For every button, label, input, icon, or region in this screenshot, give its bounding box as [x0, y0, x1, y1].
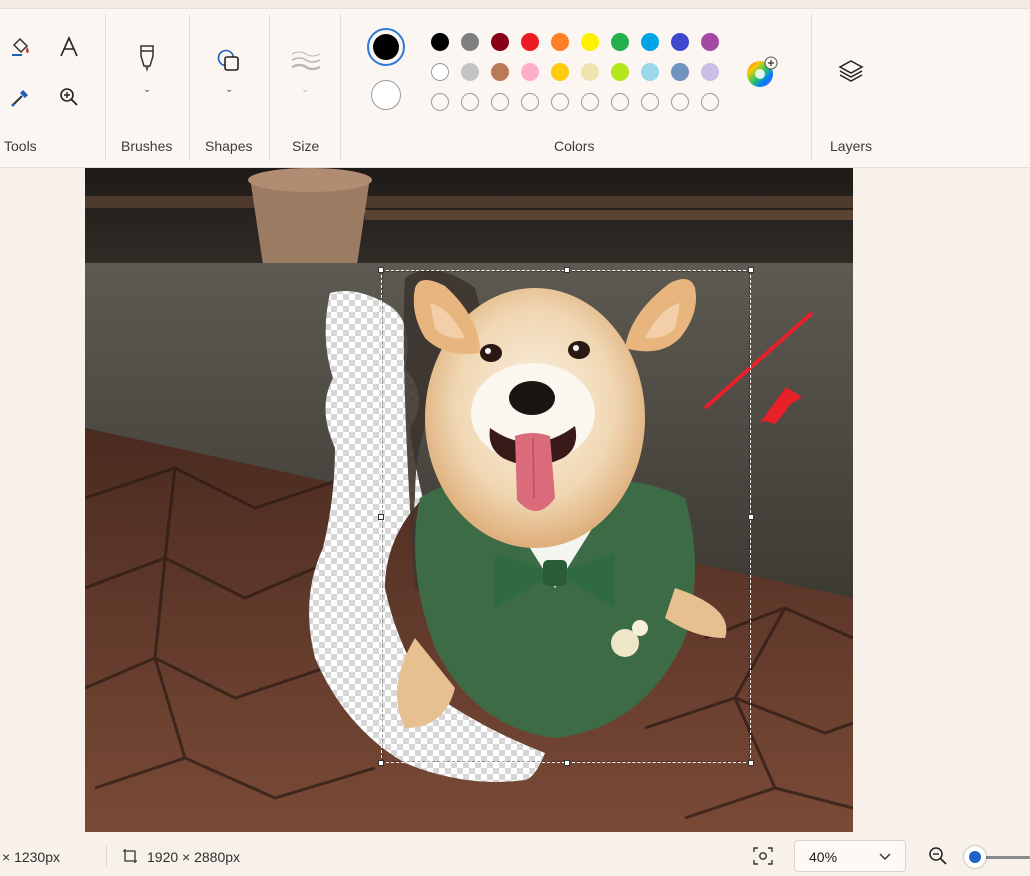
colors-group: Colors — [341, 10, 810, 160]
custom-color-slot[interactable] — [701, 93, 719, 111]
shapes-label: Shapes — [205, 138, 253, 154]
fill-bucket-icon — [12, 37, 29, 56]
color-swatch[interactable] — [671, 33, 689, 51]
zoom-slider-thumb-dot — [969, 851, 982, 863]
color-swatch[interactable] — [701, 33, 719, 51]
color-swatch[interactable] — [431, 63, 449, 81]
brushes-label: Brushes — [121, 138, 173, 154]
custom-color-slot[interactable] — [581, 93, 599, 111]
chevron-down-icon — [879, 853, 891, 860]
zoom-slider[interactable] — [962, 846, 1030, 868]
shapes-button[interactable] — [212, 44, 246, 78]
shapes-icon — [217, 49, 239, 71]
ribbon-toolbar: Tools ⌄ Brushes ⌄ Shapes ⌄ Size Colors L… — [0, 0, 1030, 168]
chevron-down-icon[interactable]: ⌄ — [143, 84, 151, 95]
custom-color-slot[interactable] — [551, 93, 569, 111]
color-swatch[interactable] — [521, 63, 539, 81]
resize-handle-top[interactable] — [564, 267, 570, 273]
separator — [106, 846, 107, 866]
selection-size-text: × 1230px — [2, 849, 60, 865]
brush-button[interactable] — [130, 42, 164, 76]
size-button[interactable] — [288, 44, 324, 78]
custom-color-slot[interactable] — [611, 93, 629, 111]
color-picker-tool[interactable] — [4, 80, 38, 114]
resize-handle-top-right[interactable] — [748, 267, 754, 273]
brush-icon — [140, 45, 154, 72]
wooden-rail — [365, 210, 853, 220]
wooden-rail — [85, 196, 853, 208]
color-swatch[interactable] — [551, 33, 569, 51]
image-size-text: 1920 × 2880px — [147, 849, 241, 865]
resize-handle-right[interactable] — [748, 514, 754, 520]
zoom-in-icon — [60, 88, 78, 106]
zoom-select[interactable]: 40% — [794, 840, 906, 872]
color-swatch[interactable] — [701, 63, 719, 81]
eyedropper-icon — [11, 90, 28, 107]
custom-color-slot[interactable] — [491, 93, 509, 111]
color-swatch[interactable] — [491, 63, 509, 81]
custom-color-slot[interactable] — [431, 93, 449, 111]
text-tool[interactable] — [52, 30, 86, 64]
color-swatch[interactable] — [551, 63, 569, 81]
color-swatch[interactable] — [671, 63, 689, 81]
size-group[interactable]: ⌄ Size — [270, 10, 340, 160]
canvas[interactable] — [85, 168, 853, 832]
layers-group[interactable]: Layers — [812, 10, 892, 160]
resize-handle-top-left[interactable] — [378, 267, 384, 273]
tools-group: Tools — [0, 10, 105, 160]
color-swatch[interactable] — [611, 33, 629, 51]
custom-color-slot[interactable] — [671, 93, 689, 111]
line-width-icon — [291, 51, 321, 71]
layers-button[interactable] — [834, 54, 868, 88]
chevron-down-icon[interactable]: ⌄ — [225, 84, 233, 95]
color-swatch[interactable] — [491, 33, 509, 51]
shapes-group[interactable]: ⌄ Shapes — [190, 10, 269, 160]
color-swatch[interactable] — [461, 33, 479, 51]
layers-label: Layers — [830, 138, 873, 154]
resize-handle-bottom[interactable] — [564, 760, 570, 766]
secondary-color[interactable] — [371, 80, 401, 110]
chevron-down-icon[interactable]: ⌄ — [301, 84, 309, 95]
color-swatch[interactable] — [581, 33, 599, 51]
color-wheel-icon — [747, 56, 778, 87]
primary-color[interactable] — [367, 28, 405, 66]
color-swatch[interactable] — [611, 63, 629, 81]
color-swatch[interactable] — [461, 63, 479, 81]
fit-to-window-icon[interactable] — [753, 847, 773, 865]
primary-color-fill — [373, 34, 399, 60]
custom-color-slot[interactable] — [521, 93, 539, 111]
brushes-group[interactable]: ⌄ Brushes — [106, 10, 189, 160]
resize-handle-bottom-left[interactable] — [378, 760, 384, 766]
layers-icon — [838, 60, 864, 82]
color-swatch[interactable] — [431, 33, 449, 51]
title-strip — [0, 0, 1030, 9]
zoom-out-icon[interactable] — [928, 846, 948, 866]
zoom-value: 40% — [809, 849, 838, 865]
image-size-icon — [123, 849, 137, 863]
color-swatch[interactable] — [641, 63, 659, 81]
resize-handle-bottom-right[interactable] — [748, 760, 754, 766]
color-swatch[interactable] — [641, 33, 659, 51]
zoom-slider-thumb[interactable] — [964, 846, 987, 868]
colors-label: Colors — [554, 138, 595, 154]
resize-handle-left[interactable] — [378, 514, 384, 520]
edit-colors-button[interactable] — [745, 56, 779, 90]
color-swatch[interactable] — [521, 33, 539, 51]
custom-color-slot[interactable] — [461, 93, 479, 111]
fill-bucket-tool[interactable] — [4, 30, 38, 64]
color-swatch[interactable] — [581, 63, 599, 81]
selection-box[interactable] — [378, 267, 754, 766]
text-icon — [60, 36, 78, 57]
size-label: Size — [292, 138, 320, 154]
flower-pot-rim — [248, 168, 372, 192]
magnifier-tool[interactable] — [52, 80, 86, 114]
custom-color-slot[interactable] — [641, 93, 659, 111]
tools-label: Tools — [4, 138, 37, 154]
